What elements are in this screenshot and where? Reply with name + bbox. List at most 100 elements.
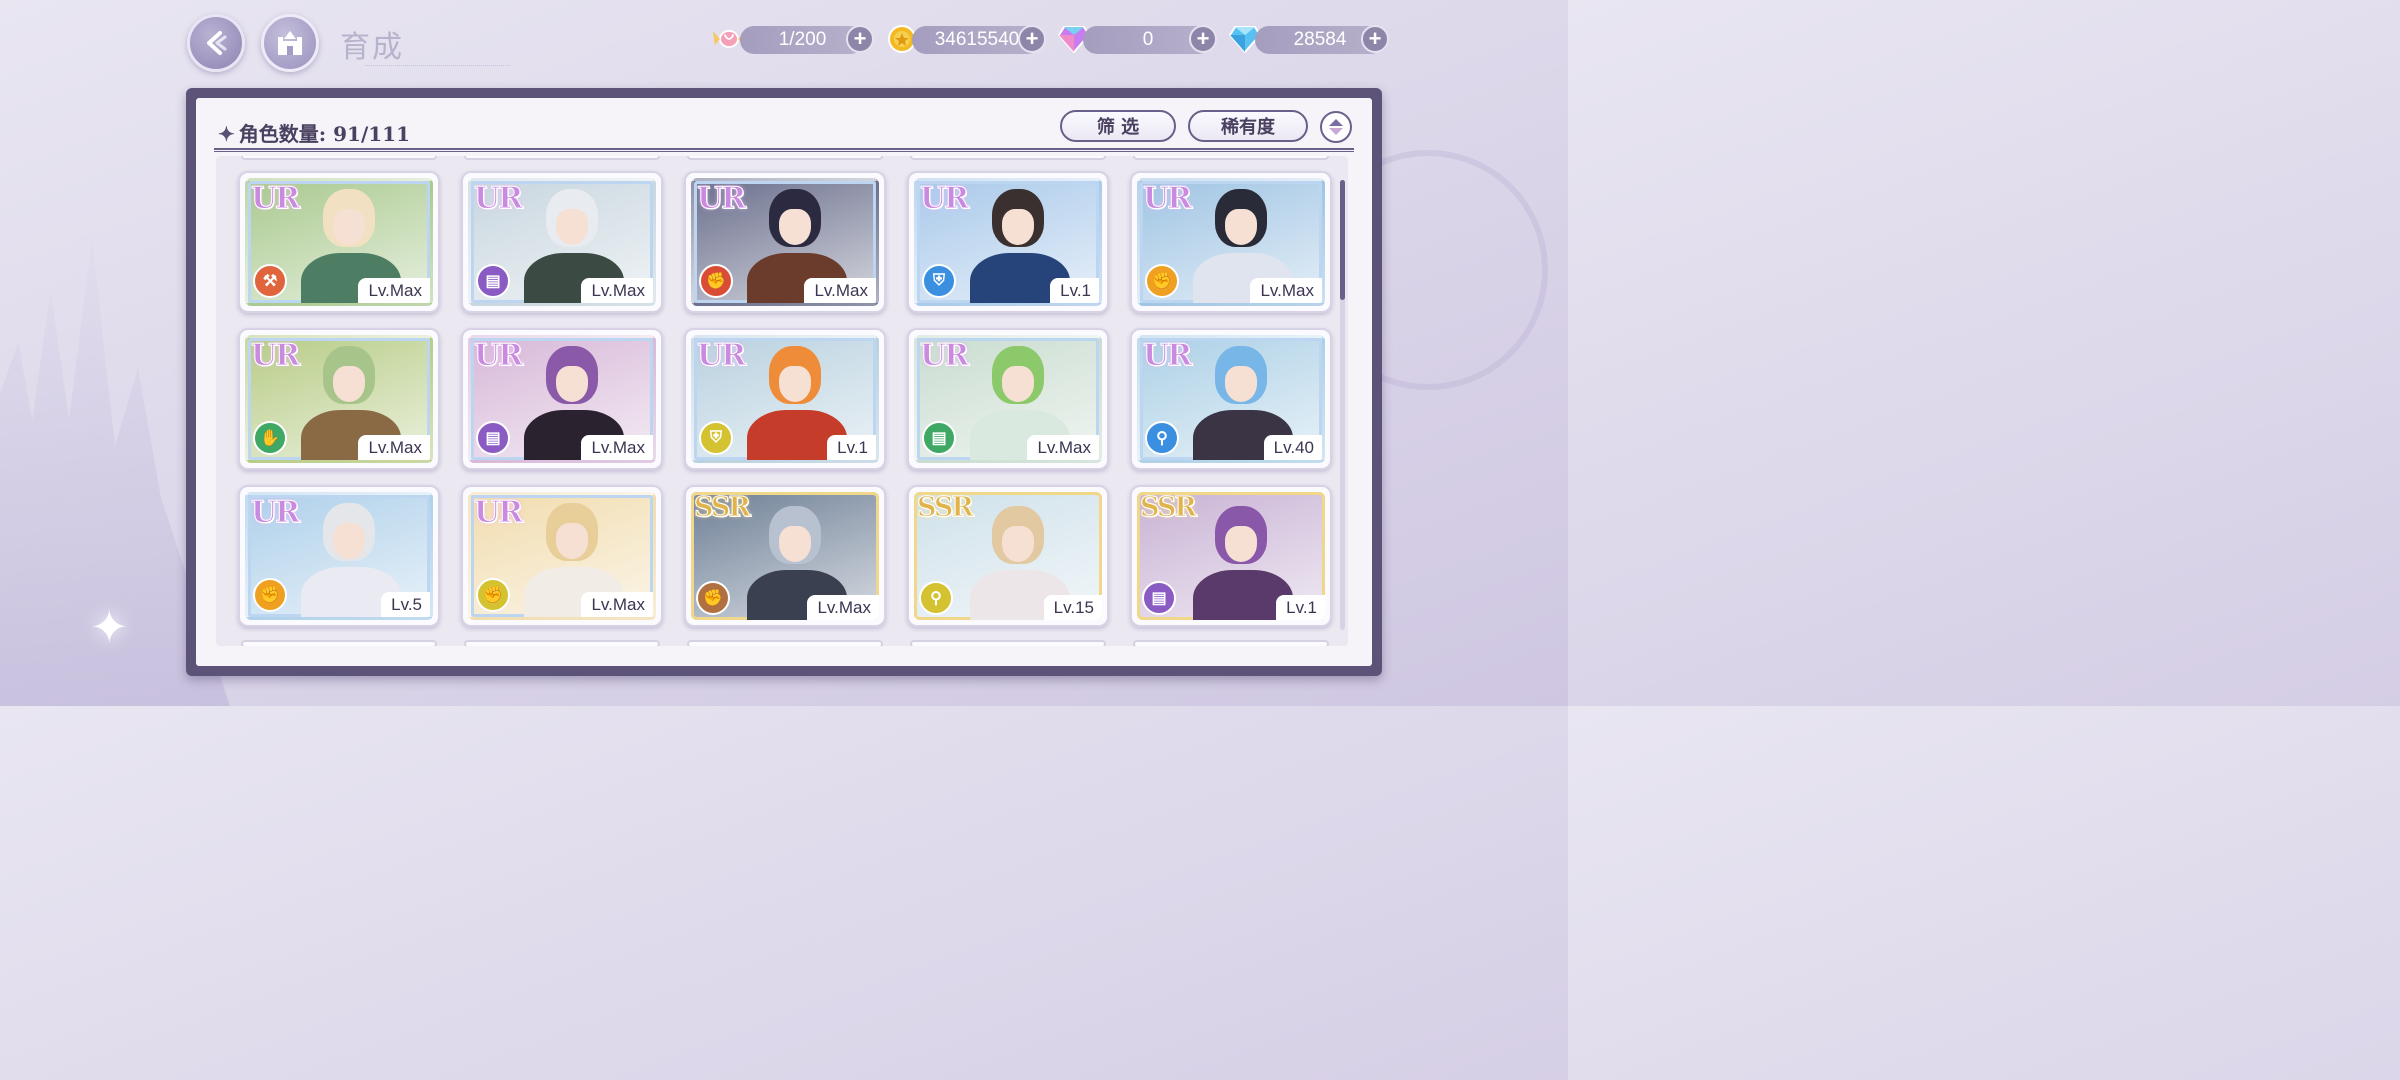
sort-order-button[interactable]: [1320, 111, 1352, 143]
character-portrait: UR ▤ Lv.Max: [468, 335, 656, 463]
partial-card-top: [910, 156, 1106, 160]
character-panel: ✦ 角色数量: 91/111 筛 选 稀有度 UR ⚒ Lv.Max UR ▤ Lv.Max…: [186, 88, 1382, 676]
character-card[interactable]: UR ▤ Lv.Max: [461, 171, 663, 313]
character-face: [1225, 366, 1257, 402]
rarity-badge: UR: [919, 338, 969, 374]
level-label: Lv.Max: [358, 435, 430, 460]
character-face: [1225, 526, 1257, 562]
character-grid[interactable]: UR ⚒ Lv.Max UR ▤ Lv.Max UR ✊ Lv.Max UR ⛨ Lv.1 UR ✊ Lv.…: [216, 156, 1348, 646]
partial-card-bottom: [1133, 640, 1329, 646]
character-face: [333, 523, 365, 559]
character-card[interactable]: SSR ⚲ Lv.15: [907, 485, 1109, 627]
diamond-value: 28584: [1293, 29, 1347, 50]
home-button[interactable]: [261, 14, 319, 72]
gold-add-button[interactable]: +: [1018, 25, 1046, 53]
character-face: [779, 526, 811, 562]
rainbow-gem-add-button[interactable]: +: [1189, 25, 1217, 53]
character-portrait: UR ⛨ Lv.1: [914, 178, 1102, 306]
candy-add-button[interactable]: +: [846, 25, 874, 53]
level-label: Lv.Max: [581, 278, 653, 303]
level-label: Lv.40: [1263, 435, 1322, 460]
hand-icon: ✋: [253, 421, 287, 455]
character-face: [556, 523, 588, 559]
rarity-badge: UR: [473, 495, 523, 531]
rarity-badge: UR: [1142, 338, 1192, 374]
character-card[interactable]: UR ✊ Lv.Max: [684, 171, 886, 313]
sort-down-icon: [1329, 128, 1343, 135]
level-label: Lv.Max: [807, 595, 879, 620]
character-card[interactable]: UR ⛨ Lv.1: [684, 328, 886, 470]
character-count-text: 角色数量: 91/111: [238, 122, 410, 146]
character-portrait: UR ⚲ Lv.40: [1137, 335, 1325, 463]
fist-icon: ✊: [696, 581, 730, 615]
partial-card-bottom: [464, 640, 660, 646]
character-card[interactable]: UR ▤ Lv.Max: [461, 328, 663, 470]
character-card[interactable]: UR ▤ Lv.Max: [907, 328, 1109, 470]
character-card[interactable]: UR ✊ Lv.Max: [461, 485, 663, 627]
character-card[interactable]: SSR ✊ Lv.Max: [684, 485, 886, 627]
character-face: [333, 366, 365, 402]
character-portrait: SSR ✊ Lv.Max: [691, 492, 879, 620]
fist-icon: ✊: [1145, 264, 1179, 298]
rarity-badge: SSR: [1140, 492, 1198, 524]
rarity-badge: UR: [696, 338, 746, 374]
rarity-badge: UR: [250, 495, 300, 531]
filter-button[interactable]: 筛 选: [1060, 110, 1176, 142]
character-portrait: UR ✊ Lv.5: [245, 492, 433, 620]
character-portrait: UR ⚒ Lv.Max: [245, 178, 433, 306]
character-card[interactable]: SSR ▤ Lv.1: [1130, 485, 1332, 627]
rarity-badge: SSR: [694, 492, 752, 524]
wand-icon: ⚲: [1145, 421, 1179, 455]
shield-icon: ⛨: [922, 264, 956, 298]
character-card[interactable]: UR ⛨ Lv.1: [907, 171, 1109, 313]
character-face: [779, 366, 811, 402]
rarity-sort-button[interactable]: 稀有度: [1188, 110, 1308, 142]
partial-card-top: [464, 156, 660, 160]
character-portrait: UR ▤ Lv.Max: [914, 335, 1102, 463]
rarity-badge: UR: [1142, 181, 1192, 217]
diamond-add-button[interactable]: +: [1361, 25, 1389, 53]
character-count: ✦ 角色数量: 91/111: [218, 118, 410, 147]
back-arrow-icon: [207, 31, 227, 55]
castle-home-icon: [278, 31, 302, 55]
level-label: Lv.Max: [804, 278, 876, 303]
wand-icon: ⚲: [919, 581, 953, 615]
hammer-icon: ⚒: [253, 264, 287, 298]
partial-card-bottom: [241, 640, 437, 646]
character-card[interactable]: UR ✊ Lv.5: [238, 485, 440, 627]
partial-card-top: [687, 156, 883, 160]
character-face: [556, 366, 588, 402]
scrollbar-thumb[interactable]: [1340, 180, 1345, 300]
character-portrait: UR ✊ Lv.Max: [468, 492, 656, 620]
character-card[interactable]: UR ✊ Lv.Max: [1130, 171, 1332, 313]
fist-icon: ✊: [476, 578, 510, 612]
character-card[interactable]: UR ⚒ Lv.Max: [238, 171, 440, 313]
back-button[interactable]: [187, 14, 245, 72]
title-decoration: [365, 48, 510, 66]
rarity-badge: UR: [473, 338, 523, 374]
character-card[interactable]: UR ⚲ Lv.40: [1130, 328, 1332, 470]
rarity-badge: UR: [696, 181, 746, 217]
header-divider: [214, 148, 1354, 152]
rainbow-gem-value: 0: [1142, 29, 1154, 50]
sparkle-decoration: ✦: [90, 601, 129, 653]
character-card[interactable]: UR ✋ Lv.Max: [238, 328, 440, 470]
rarity-badge: UR: [250, 181, 300, 217]
level-label: Lv.15: [1043, 595, 1102, 620]
rarity-badge: UR: [473, 181, 523, 217]
character-portrait: SSR ▤ Lv.1: [1137, 492, 1325, 620]
rarity-badge: SSR: [917, 492, 975, 524]
character-face: [556, 209, 588, 245]
character-face: [333, 209, 365, 245]
character-face: [1225, 209, 1257, 245]
level-label: Lv.5: [381, 592, 430, 617]
character-portrait: UR ✋ Lv.Max: [245, 335, 433, 463]
character-portrait: SSR ⚲ Lv.15: [914, 492, 1102, 620]
book-icon: ▤: [476, 421, 510, 455]
character-panel-inner: ✦ 角色数量: 91/111 筛 选 稀有度 UR ⚒ Lv.Max UR ▤ Lv.Max…: [196, 98, 1372, 666]
character-portrait: UR ⛨ Lv.1: [691, 335, 879, 463]
level-label: Lv.Max: [1027, 435, 1099, 460]
level-label: Lv.Max: [581, 592, 653, 617]
character-portrait: UR ✊ Lv.Max: [691, 178, 879, 306]
character-portrait: UR ▤ Lv.Max: [468, 178, 656, 306]
